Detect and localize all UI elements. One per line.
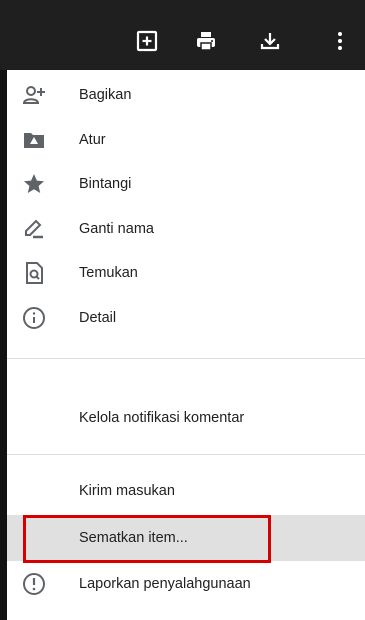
move-folder-icon (22, 128, 46, 152)
menu-item-label: Bagikan (79, 87, 132, 103)
menu-item-label: Kelola notifikasi komentar (79, 410, 245, 426)
more-vert-icon[interactable] (329, 30, 351, 52)
info-icon (22, 306, 46, 330)
menu-divider (7, 454, 365, 455)
menu-item-label: Temukan (79, 265, 138, 281)
menu-item-label: Atur (79, 132, 106, 148)
menu-item-star[interactable]: Bintangi (7, 162, 365, 206)
download-icon[interactable] (259, 30, 281, 52)
add-comment-icon[interactable] (136, 30, 158, 52)
background-edge (0, 70, 7, 620)
menu-item-details[interactable]: Detail (7, 296, 365, 340)
menu-item-find[interactable]: Temukan (7, 251, 365, 295)
menu-item-comment-notifications[interactable]: Kelola notifikasi komentar (7, 396, 365, 440)
menu-item-label: Ganti nama (79, 221, 154, 237)
menu-item-rename[interactable]: Ganti nama (7, 207, 365, 251)
report-icon (22, 572, 46, 596)
menu-item-label: Kirim masukan (79, 483, 175, 499)
rename-pencil-icon (22, 217, 46, 241)
top-toolbar (0, 0, 365, 70)
star-icon (22, 172, 46, 196)
share-person-add-icon (22, 83, 46, 107)
print-icon[interactable] (195, 30, 217, 52)
annotation-highlight-box (23, 515, 271, 563)
menu-item-share[interactable]: Bagikan (7, 73, 365, 117)
menu-item-send-feedback[interactable]: Kirim masukan (7, 469, 365, 513)
menu-item-label: Laporkan penyalahgunaan (79, 576, 251, 592)
menu-item-report-abuse[interactable]: Laporkan penyalahgunaan (7, 562, 365, 606)
menu-item-organize[interactable]: Atur (7, 118, 365, 162)
find-in-page-icon (22, 261, 46, 285)
menu-item-label: Detail (79, 310, 117, 326)
menu-divider (7, 358, 365, 359)
menu-item-label: Bintangi (79, 176, 132, 192)
